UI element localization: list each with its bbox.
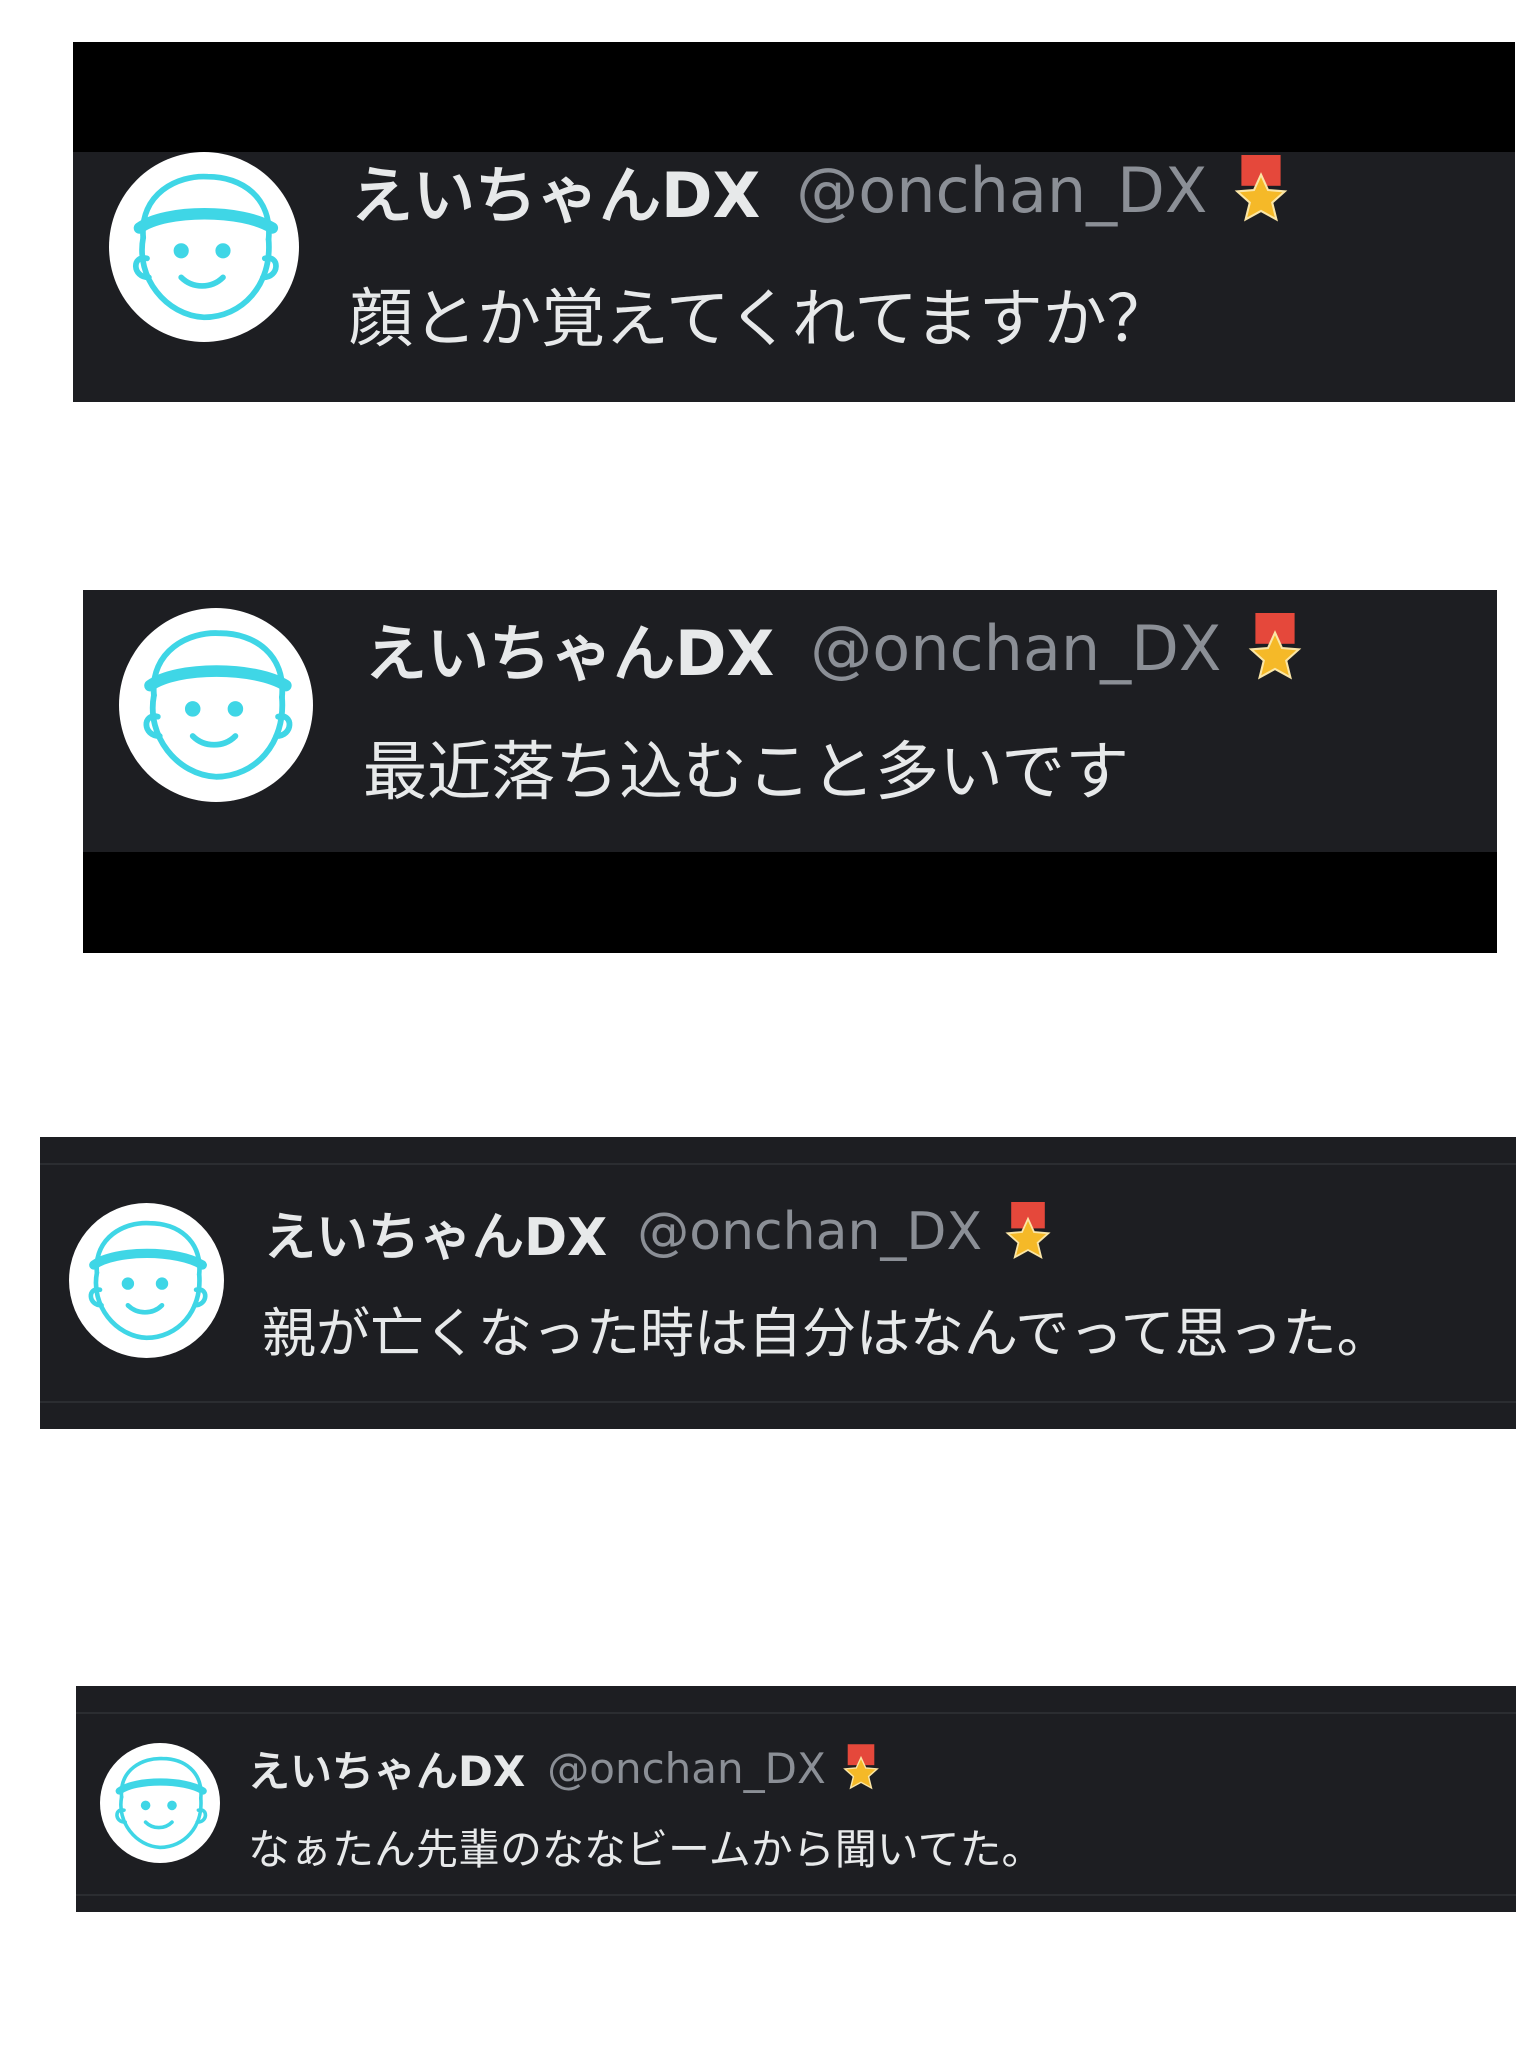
post-text: 親が亡くなった時は自分はなんでって思った。 bbox=[262, 1302, 1391, 1365]
post-screenshot-1: えいちゃんDX @onchan_DX 顔とか覚えてくれてますか？ bbox=[73, 42, 1515, 402]
star-ribbon-badge-icon bbox=[1247, 613, 1303, 683]
post-text: 顔とか覚えてくれてますか？ bbox=[349, 283, 1171, 357]
user-handle[interactable]: @onchan_DX bbox=[796, 154, 1207, 227]
display-name[interactable]: えいちゃんDX bbox=[264, 1195, 607, 1270]
divider bbox=[40, 1401, 1516, 1403]
post-text: なぁたん先輩のななビームから聞いてた。 bbox=[248, 1825, 1044, 1874]
avatar[interactable] bbox=[69, 1203, 224, 1358]
divider bbox=[40, 1163, 1516, 1165]
user-handle[interactable]: @onchan_DX bbox=[547, 1744, 826, 1793]
star-ribbon-badge-icon bbox=[842, 1744, 880, 1792]
redaction-bar bbox=[83, 852, 1497, 953]
user-handle[interactable]: @onchan_DX bbox=[810, 612, 1221, 685]
display-name[interactable]: えいちゃんDX bbox=[351, 145, 760, 235]
avatar[interactable] bbox=[119, 608, 313, 802]
post-text: 最近落ち込むこと多いです bbox=[363, 736, 1130, 810]
avatar[interactable] bbox=[100, 1743, 220, 1863]
post-header: えいちゃんDX @onchan_DX bbox=[365, 608, 1303, 690]
divider bbox=[76, 1712, 1516, 1714]
star-ribbon-badge-icon bbox=[1233, 155, 1289, 225]
display-name[interactable]: えいちゃんDX bbox=[365, 603, 774, 693]
cartoon-face-avatar-icon bbox=[133, 173, 279, 321]
cartoon-face-avatar-icon bbox=[88, 1220, 208, 1341]
post-header: えいちゃんDX @onchan_DX bbox=[248, 1740, 880, 1796]
post-header: えいちゃんDX @onchan_DX bbox=[351, 150, 1289, 232]
star-ribbon-badge-icon bbox=[1004, 1202, 1052, 1262]
post-screenshot-4: えいちゃんDX @onchan_DX なぁたん先輩のななビームから聞いてた。 bbox=[76, 1686, 1516, 1912]
cartoon-face-avatar-icon bbox=[115, 1756, 208, 1850]
user-handle[interactable]: @onchan_DX bbox=[637, 1202, 982, 1262]
cartoon-face-avatar-icon bbox=[143, 630, 293, 780]
avatar[interactable] bbox=[109, 152, 299, 342]
post-screenshot-2: えいちゃんDX @onchan_DX 最近落ち込むこと多いです bbox=[83, 590, 1497, 953]
post-header: えいちゃんDX @onchan_DX bbox=[264, 1199, 1052, 1268]
redaction-bar bbox=[73, 42, 1515, 152]
post-screenshot-3: えいちゃんDX @onchan_DX 親が亡くなった時は自分はなんでって思った。 bbox=[40, 1137, 1516, 1429]
display-name[interactable]: えいちゃんDX bbox=[248, 1738, 525, 1799]
divider bbox=[76, 1894, 1516, 1896]
